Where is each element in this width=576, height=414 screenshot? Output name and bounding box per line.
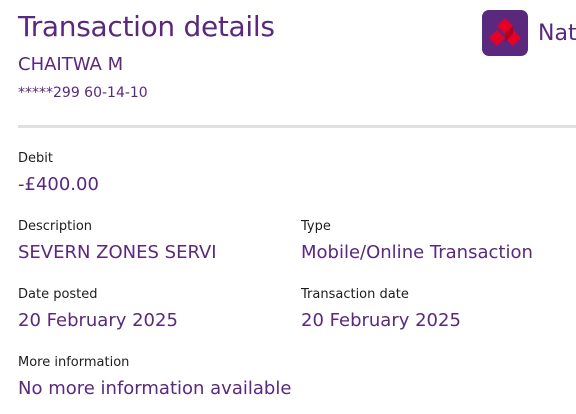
description-label: Description [18,219,93,234]
account-name: CHAITWA M [18,54,124,75]
type-label: Type [301,219,331,234]
brand-name: NatW [538,20,576,46]
page-title: Transaction details [18,10,275,43]
date-posted-label: Date posted [18,287,98,302]
date-posted-value: 20 February 2025 [18,310,178,331]
header-divider [18,125,576,128]
more-information-value: No more information available [18,378,292,399]
description-value: SEVERN ZONES SERVI [18,242,217,263]
brand: NatW [482,10,576,56]
debit-value: -£400.00 [18,174,99,195]
transaction-date-label: Transaction date [301,287,409,302]
account-number: *****299 60-14-10 [18,85,148,101]
type-value: Mobile/Online Transaction [301,242,533,263]
more-information-label: More information [18,355,130,370]
transaction-date-value: 20 February 2025 [301,310,461,331]
debit-label: Debit [18,151,53,166]
natwest-logo-icon [482,10,528,56]
